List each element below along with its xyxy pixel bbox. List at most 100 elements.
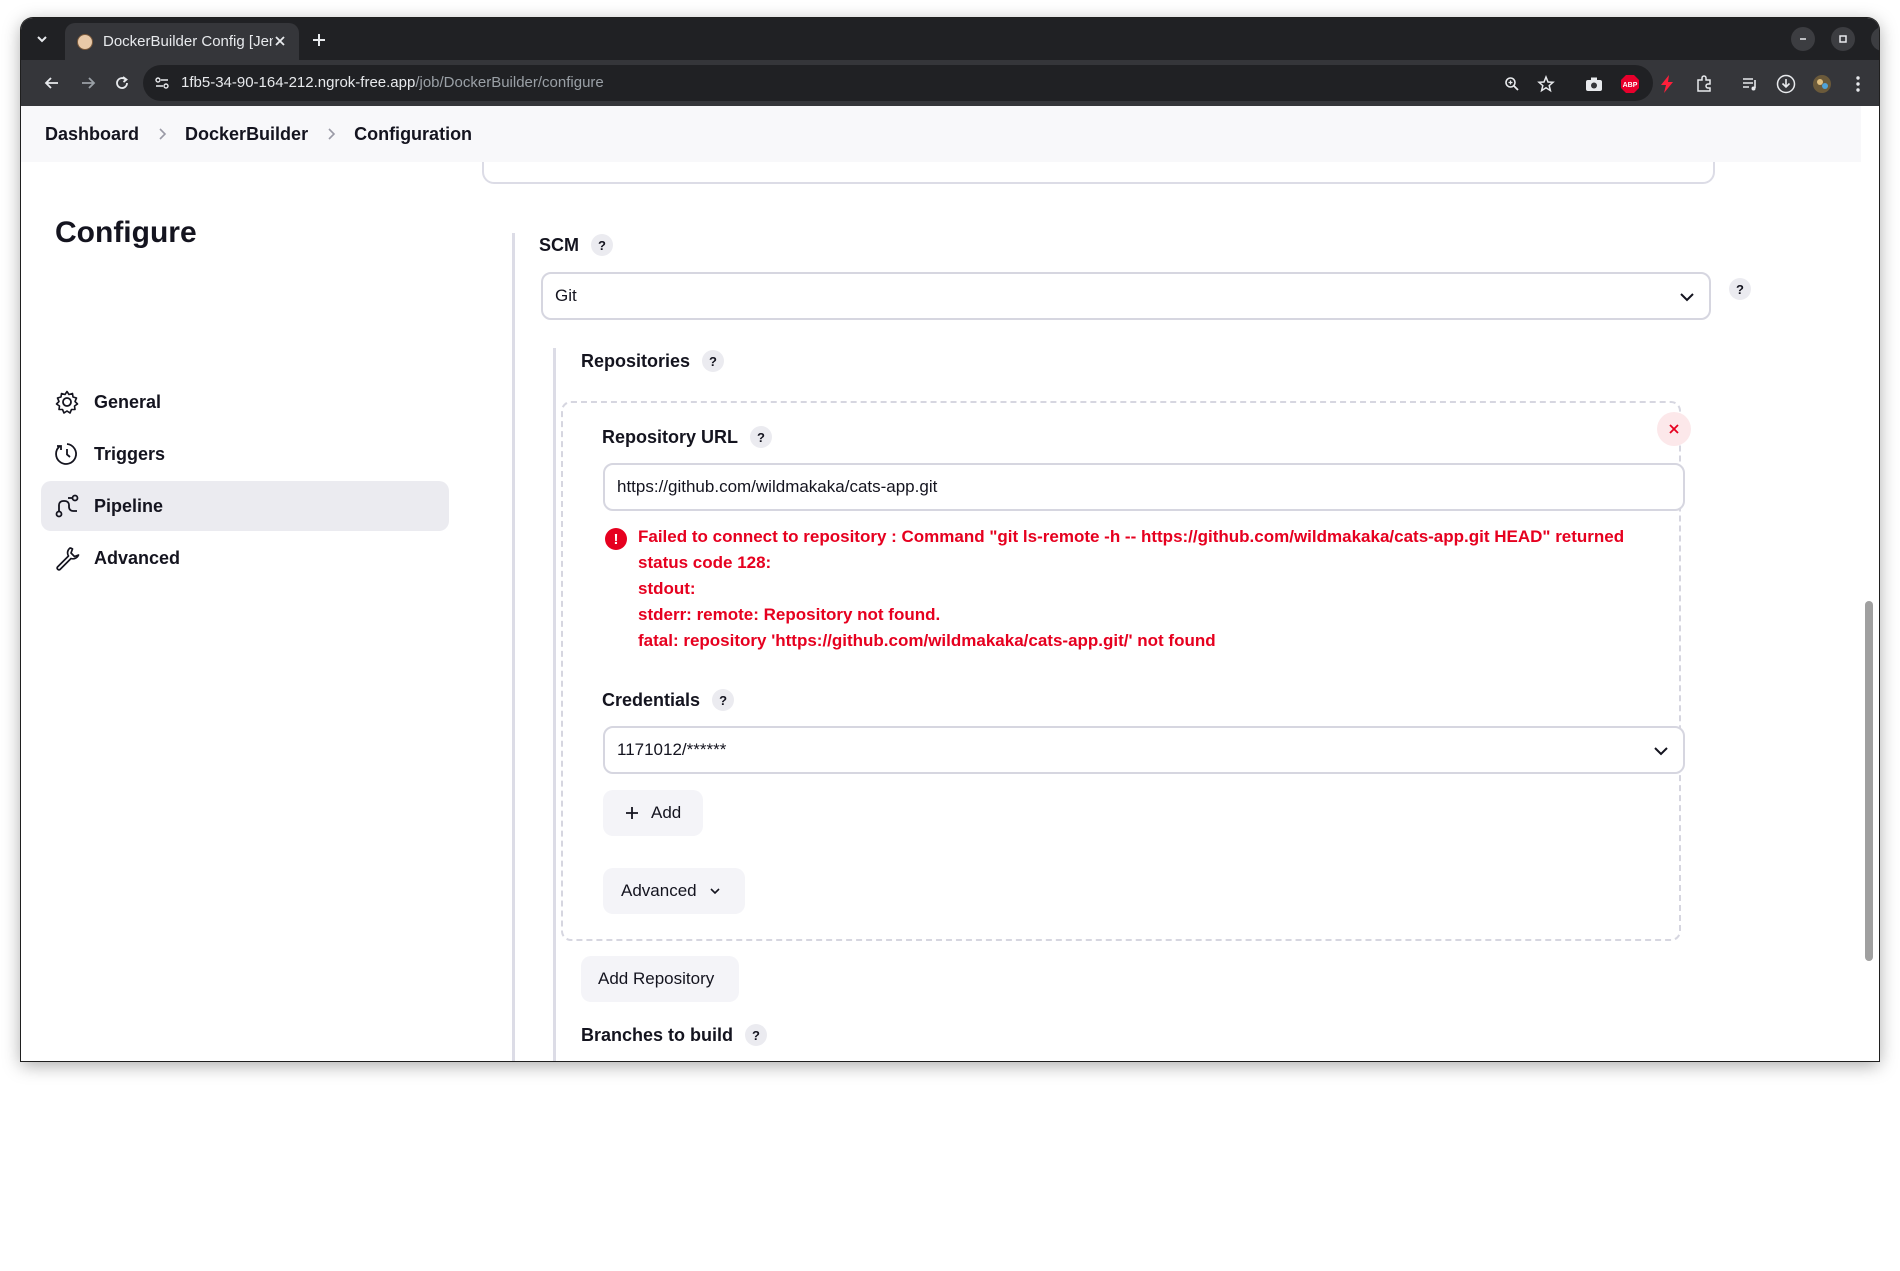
puzzle-icon[interactable]: [1693, 73, 1715, 95]
chevron-right-icon: [157, 127, 167, 141]
breadcrumb-dockerbuilder[interactable]: DockerBuilder: [185, 124, 308, 145]
close-icon: [1878, 34, 1879, 44]
sidebar-item-label: Triggers: [94, 443, 166, 464]
clock-icon: [53, 440, 81, 468]
repository-url-help-button[interactable]: ?: [750, 426, 773, 448]
bolt-extension-icon[interactable]: [1656, 73, 1678, 95]
minimize-icon: [1800, 38, 1806, 40]
close-icon: [1669, 424, 1679, 434]
chevron-down-icon: [1651, 741, 1671, 761]
menu-kebab-icon[interactable]: [1847, 73, 1869, 95]
branches-to-build-label: Branches to build ?: [581, 1024, 768, 1046]
sidebar-item-pipeline[interactable]: Pipeline: [41, 481, 449, 531]
download-icon[interactable]: [1775, 73, 1797, 95]
jenkins-favicon-icon: [77, 33, 93, 50]
arrow-left-icon: [44, 77, 58, 89]
add-credentials-button[interactable]: Add: [603, 790, 703, 836]
scm-help-button[interactable]: ?: [591, 234, 613, 256]
page-content: Dashboard DockerBuilder Configuration Co…: [21, 106, 1879, 1061]
tab-close-button[interactable]: [271, 32, 289, 50]
scm-label-text: SCM: [539, 234, 579, 255]
error-message-line: Failed to connect to repository : Comman…: [638, 527, 1625, 546]
maximize-icon: [1839, 35, 1847, 43]
sidebar-item-label: Pipeline: [94, 495, 164, 516]
plus-icon: [313, 34, 325, 46]
error-message-line: stdout:: [638, 579, 696, 598]
scm-select-value: Git: [555, 286, 577, 305]
back-button[interactable]: [39, 70, 65, 96]
credentials-label-text: Credentials: [602, 689, 701, 710]
chevron-down-icon: [709, 885, 721, 897]
scrollbar-thumb[interactable]: [1865, 601, 1873, 961]
breadcrumb-configuration[interactable]: Configuration: [354, 124, 472, 145]
branches-to-build-label-text: Branches to build: [581, 1024, 734, 1045]
repositories-help-button[interactable]: ?: [702, 350, 725, 372]
url-text: 1fb5-34-90-164-212.ngrok-free.app/job/Do…: [181, 74, 604, 91]
new-tab-button[interactable]: [307, 28, 331, 52]
reload-icon: [116, 76, 128, 89]
add-repository-button[interactable]: Add Repository: [581, 956, 739, 1002]
chevron-down-icon: [1677, 287, 1697, 307]
sidebar-item-advanced[interactable]: Advanced: [41, 533, 449, 583]
bookmark-star-icon[interactable]: [1535, 73, 1557, 95]
adblock-icon[interactable]: ABP: [1619, 73, 1641, 95]
profile-icon[interactable]: [1811, 73, 1833, 95]
zoom-icon[interactable]: [1501, 73, 1523, 95]
sidebar-title: Configure: [55, 216, 197, 249]
credentials-select[interactable]: 1171012/******: [603, 726, 1685, 774]
forward-button[interactable]: [75, 70, 101, 96]
scm-label: SCM ?: [539, 234, 613, 256]
branches-help-button[interactable]: ?: [745, 1024, 768, 1046]
repository-url-input[interactable]: https://github.com/wildmakaka/cats-app.g…: [603, 463, 1685, 511]
wrench-icon: [53, 544, 81, 572]
arrow-right-icon: [82, 77, 96, 89]
error-icon: !: [605, 528, 627, 550]
url-path: /job/DockerBuilder/configure: [415, 74, 604, 91]
add-repository-label: Add Repository: [598, 969, 715, 988]
sidebar-item-label: General: [94, 391, 162, 412]
breadcrumb: Dashboard DockerBuilder Configuration: [21, 106, 1861, 162]
reload-button[interactable]: [109, 70, 135, 96]
url-host: 1fb5-34-90-164-212.ngrok-free.app: [181, 74, 416, 91]
advanced-toggle-button[interactable]: Advanced: [603, 868, 745, 914]
tab-active[interactable]: DockerBuilder Config [Jenkins]: [65, 23, 299, 60]
sidebar-item-triggers[interactable]: Triggers: [41, 429, 449, 479]
section-guide-line: [512, 233, 515, 1061]
repositories-label-text: Repositories: [581, 350, 691, 371]
repository-url-label: Repository URL ?: [602, 426, 773, 448]
scm-select[interactable]: Git: [541, 272, 1711, 320]
browser-window: DockerBuilder Config [Jenkins]: [21, 18, 1879, 1061]
screenshot-icon[interactable]: [1583, 73, 1605, 95]
gear-icon: [53, 388, 81, 416]
browser-toolbar: 1fb5-34-90-164-212.ngrok-free.app/job/Do…: [21, 60, 1879, 106]
credentials-help-button[interactable]: ?: [712, 689, 735, 711]
minimize-button[interactable]: [1791, 27, 1815, 51]
error-message-line: stderr: remote: Repository not found.: [638, 605, 941, 624]
sidebar-item-label: Advanced: [94, 547, 181, 568]
error-message-line: fatal: repository 'https://github.com/wi…: [638, 631, 1216, 650]
chevron-right-icon: [326, 127, 336, 141]
repositories-label: Repositories ?: [581, 350, 725, 372]
close-window-button[interactable]: [1871, 27, 1879, 51]
tab-bar: DockerBuilder Config [Jenkins]: [21, 18, 1879, 60]
error-message-line: status code 128:: [638, 553, 772, 572]
plus-icon: [625, 806, 639, 820]
breadcrumb-dashboard[interactable]: Dashboard: [45, 124, 139, 145]
address-bar[interactable]: 1fb5-34-90-164-212.ngrok-free.app/job/Do…: [143, 65, 1653, 101]
tab-search-button[interactable]: [29, 26, 55, 52]
sidebar-item-general[interactable]: General: [41, 377, 449, 427]
maximize-button[interactable]: [1831, 27, 1855, 51]
subsection-guide-line: [553, 348, 556, 1061]
chevron-down-icon: [37, 36, 47, 43]
close-icon: [275, 36, 285, 46]
svg-text:ABP: ABP: [1623, 82, 1638, 89]
scm-select-help-button[interactable]: ?: [1729, 278, 1751, 300]
tab-title: DockerBuilder Config [Jenkins]: [103, 33, 273, 50]
media-icon[interactable]: [1739, 73, 1761, 95]
credentials-select-value: 1171012/******: [617, 740, 727, 759]
add-credentials-label: Add: [651, 803, 682, 822]
repository-url-label-text: Repository URL: [602, 426, 739, 447]
delete-repository-button[interactable]: [1657, 412, 1691, 446]
site-settings-icon[interactable]: [153, 74, 171, 92]
credentials-label: Credentials ?: [602, 689, 735, 711]
